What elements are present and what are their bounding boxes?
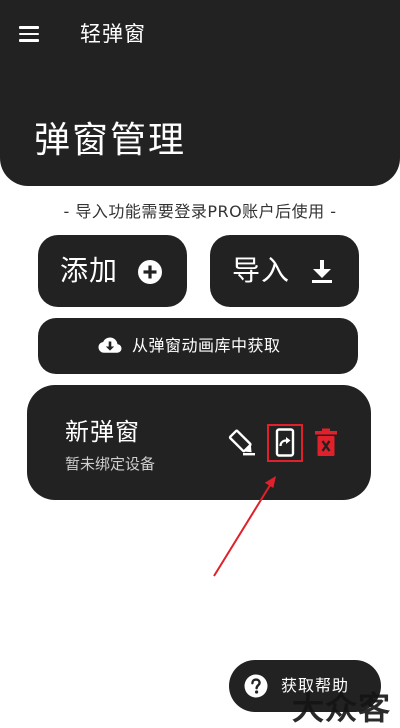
edit-button[interactable] bbox=[227, 427, 257, 457]
import-button[interactable]: 导入 bbox=[210, 235, 359, 307]
popup-card[interactable]: 新弹窗 暂未绑定设备 bbox=[27, 385, 371, 500]
popup-name: 新弹窗 bbox=[65, 418, 140, 446]
import-notice: - 导入功能需要登录PRO账户后使用 - bbox=[63, 202, 337, 221]
delete-button[interactable] bbox=[314, 427, 338, 457]
phone-share-icon bbox=[275, 428, 295, 457]
bind-device-button[interactable] bbox=[267, 424, 303, 462]
cloud-download-icon bbox=[98, 337, 122, 353]
plus-circle-icon bbox=[138, 260, 162, 284]
add-button[interactable]: 添加 bbox=[38, 235, 187, 307]
page-title: 弹窗管理 bbox=[34, 120, 187, 161]
pencil-icon bbox=[228, 429, 255, 456]
help-circle-icon bbox=[244, 674, 268, 698]
menu-icon bbox=[19, 26, 39, 42]
add-button-label: 添加 bbox=[60, 254, 119, 287]
trash-icon bbox=[315, 428, 337, 456]
popup-binding-status: 暂未绑定设备 bbox=[65, 455, 156, 473]
library-button-label: 从弹窗动画库中获取 bbox=[132, 336, 281, 355]
import-button-label: 导入 bbox=[232, 254, 291, 287]
download-icon bbox=[312, 260, 332, 283]
watermark-text: 大众客 bbox=[292, 689, 392, 727]
app-title: 轻弹窗 bbox=[80, 22, 146, 46]
header-panel: 轻弹窗 弹窗管理 bbox=[0, 0, 400, 186]
menu-button[interactable] bbox=[14, 20, 46, 48]
library-button[interactable]: 从弹窗动画库中获取 bbox=[38, 318, 358, 374]
